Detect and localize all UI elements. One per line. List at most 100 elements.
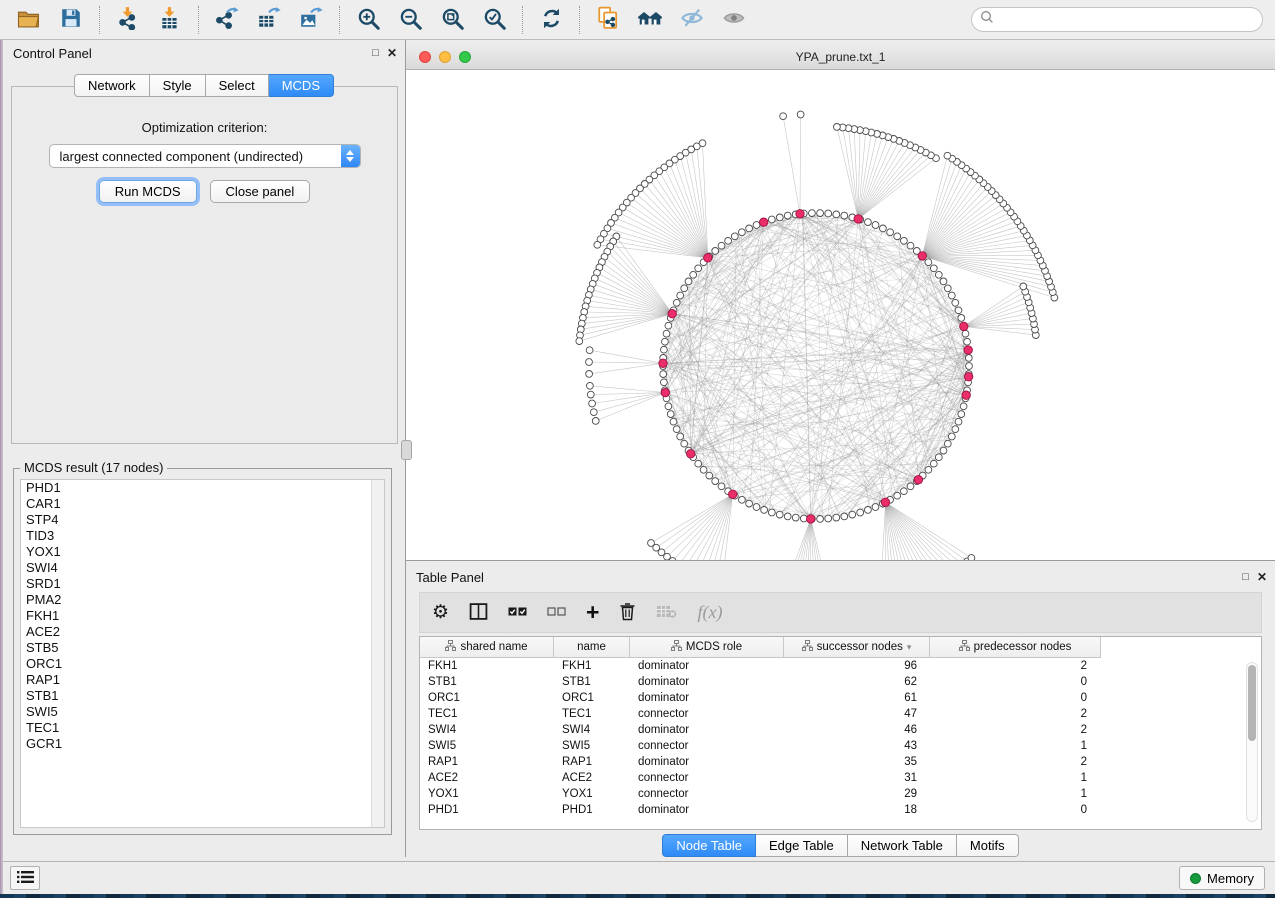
- table-cell: connector: [630, 772, 784, 784]
- result-item[interactable]: CAR1: [21, 496, 384, 512]
- apply-function-button[interactable]: f(x): [697, 602, 722, 623]
- table-cell: 62: [784, 676, 930, 688]
- sort-descending-icon[interactable]: ▾: [907, 642, 912, 653]
- result-item[interactable]: STB1: [21, 688, 384, 704]
- close-panel-icon[interactable]: ✕: [1257, 571, 1267, 583]
- result-item[interactable]: STP4: [21, 512, 384, 528]
- select-stepper-icon[interactable]: [341, 145, 360, 167]
- table-body: FKH1FKH1dominator962STB1STB1dominator620…: [420, 658, 1261, 818]
- splitter-handle[interactable]: [401, 440, 412, 460]
- open-file-button[interactable]: [8, 3, 50, 37]
- table-cell: 46: [784, 724, 930, 736]
- table-cell: ORC1: [554, 692, 630, 704]
- import-network-button[interactable]: [107, 3, 149, 37]
- column-header[interactable]: successor nodes▾: [784, 637, 930, 657]
- column-header[interactable]: MCDS role: [630, 637, 784, 657]
- zoom-fit-button[interactable]: [431, 3, 473, 37]
- table-toolbar: ⚙ + f(x): [419, 592, 1262, 633]
- open-folder-icon: [17, 8, 41, 32]
- table-scrollbar-thumb[interactable]: [1248, 665, 1256, 741]
- table-row[interactable]: STB1STB1dominator620: [420, 674, 1261, 690]
- result-item[interactable]: GCR1: [21, 736, 384, 752]
- function-icon: f(x): [697, 602, 722, 623]
- show-all-button[interactable]: [713, 3, 755, 37]
- refresh-button[interactable]: [530, 3, 572, 37]
- search-box[interactable]: [971, 7, 1263, 32]
- result-item[interactable]: TID3: [21, 528, 384, 544]
- result-item[interactable]: STB5: [21, 640, 384, 656]
- table-row[interactable]: ORC1ORC1dominator610: [420, 690, 1261, 706]
- control-panel-header: Control Panel □ ✕: [3, 40, 405, 66]
- export-network-button[interactable]: [206, 3, 248, 37]
- result-item[interactable]: PMA2: [21, 592, 384, 608]
- result-item[interactable]: YOX1: [21, 544, 384, 560]
- mcds-result-title: MCDS result (17 nodes): [20, 460, 167, 475]
- tab-network-table[interactable]: Network Table: [848, 834, 957, 857]
- tab-motifs[interactable]: Motifs: [957, 834, 1019, 857]
- import-network-icon: [116, 6, 140, 33]
- export-table-button[interactable]: [248, 3, 290, 37]
- zoom-out-button[interactable]: [389, 3, 431, 37]
- result-item[interactable]: SWI4: [21, 560, 384, 576]
- tab-mcds[interactable]: MCDS: [269, 74, 334, 97]
- close-panel-icon[interactable]: ✕: [387, 47, 397, 59]
- column-header[interactable]: name: [554, 637, 630, 657]
- home-button[interactable]: [629, 3, 671, 37]
- duplicate-network-button[interactable]: [587, 3, 629, 37]
- tab-node-table[interactable]: Node Table: [662, 834, 756, 857]
- deselect-all-button[interactable]: [547, 605, 566, 621]
- result-item[interactable]: ACE2: [21, 624, 384, 640]
- table-scrollbar[interactable]: [1246, 662, 1258, 822]
- zoom-in-button[interactable]: [347, 3, 389, 37]
- import-table-button[interactable]: [149, 3, 191, 37]
- table-row[interactable]: RAP1RAP1dominator352: [420, 754, 1261, 770]
- status-bar: Memory: [0, 861, 1275, 894]
- clear-table-button[interactable]: [656, 604, 677, 622]
- result-item[interactable]: ORC1: [21, 656, 384, 672]
- table-cell: 0: [930, 804, 1100, 816]
- table-row[interactable]: YOX1YOX1connector291: [420, 786, 1261, 802]
- result-item[interactable]: RAP1: [21, 672, 384, 688]
- network-canvas[interactable]: [406, 70, 1275, 560]
- result-item[interactable]: SWI5: [21, 704, 384, 720]
- table-row[interactable]: FKH1FKH1dominator962: [420, 658, 1261, 674]
- table-row[interactable]: ACE2ACE2connector311: [420, 770, 1261, 786]
- export-image-button[interactable]: [290, 3, 332, 37]
- table-cell: TEC1: [420, 708, 554, 720]
- result-item[interactable]: PHD1: [21, 480, 384, 496]
- unchecked-boxes-icon: [547, 605, 566, 621]
- table-row[interactable]: SWI4SWI4dominator462: [420, 722, 1261, 738]
- show-columns-button[interactable]: [469, 602, 488, 624]
- result-item[interactable]: FKH1: [21, 608, 384, 624]
- float-panel-icon[interactable]: □: [1242, 572, 1249, 583]
- select-all-button[interactable]: [508, 605, 527, 621]
- tab-network[interactable]: Network: [74, 74, 150, 97]
- search-input[interactable]: [999, 11, 1254, 28]
- optimization-select[interactable]: largest connected component (undirected): [49, 144, 361, 168]
- close-panel-button[interactable]: Close panel: [210, 180, 311, 203]
- network-graph[interactable]: [406, 70, 1274, 560]
- result-item[interactable]: SRD1: [21, 576, 384, 592]
- table-cell: PHD1: [420, 804, 554, 816]
- run-mcds-button[interactable]: Run MCDS: [99, 180, 197, 203]
- table-row[interactable]: PHD1PHD1dominator180: [420, 802, 1261, 818]
- delete-column-button[interactable]: [619, 602, 636, 624]
- table-cell: FKH1: [554, 660, 630, 672]
- table-settings-button[interactable]: ⚙: [432, 603, 449, 622]
- table-row[interactable]: TEC1TEC1connector472: [420, 706, 1261, 722]
- tab-edge-table[interactable]: Edge Table: [756, 834, 848, 857]
- tab-style[interactable]: Style: [150, 74, 206, 97]
- save-session-button[interactable]: [50, 3, 92, 37]
- automation-panel-button[interactable]: [10, 866, 40, 890]
- table-row[interactable]: SWI5SWI5connector431: [420, 738, 1261, 754]
- zoom-selected-button[interactable]: [473, 3, 515, 37]
- column-header[interactable]: shared name: [420, 637, 554, 657]
- tab-select[interactable]: Select: [206, 74, 269, 97]
- column-header[interactable]: predecessor nodes: [930, 637, 1100, 657]
- add-column-button[interactable]: +: [586, 603, 599, 621]
- memory-button[interactable]: Memory: [1179, 866, 1265, 890]
- result-item[interactable]: TEC1: [21, 720, 384, 736]
- result-scrollbar[interactable]: [371, 480, 384, 827]
- hide-selected-button[interactable]: [671, 3, 713, 37]
- float-panel-icon[interactable]: □: [372, 48, 379, 59]
